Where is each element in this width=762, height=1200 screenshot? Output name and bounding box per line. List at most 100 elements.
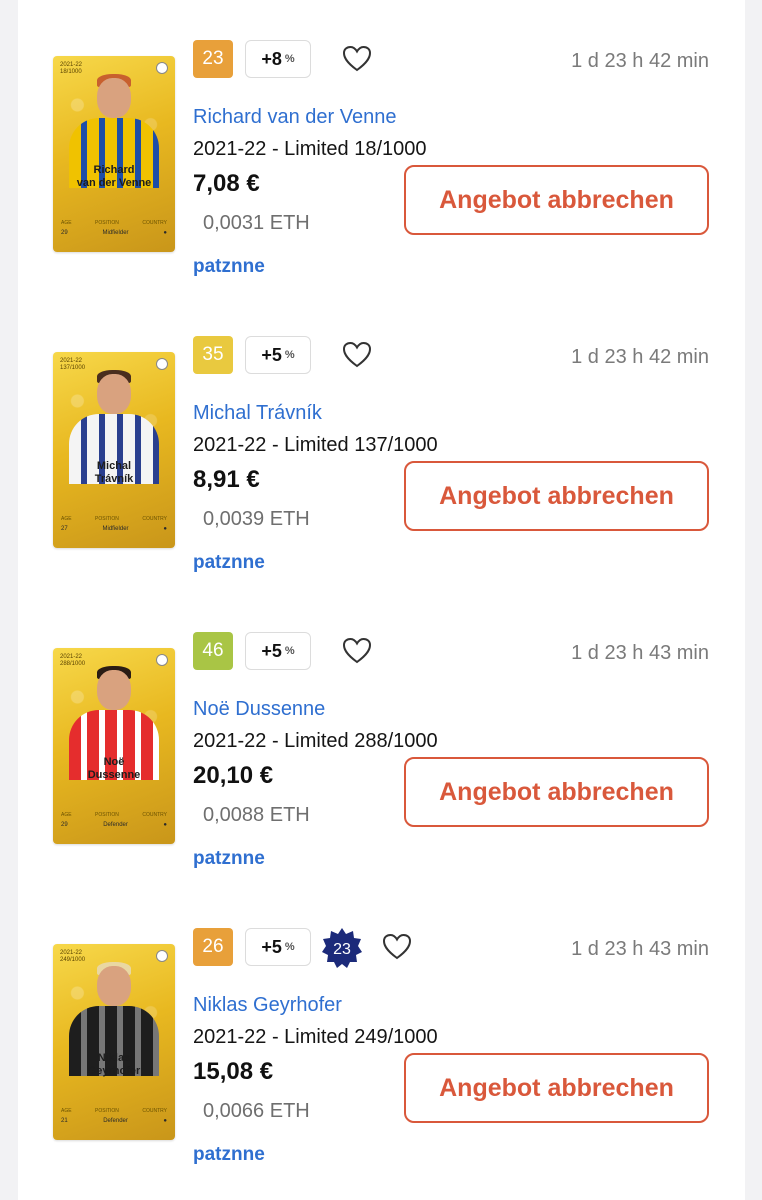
card-country-label: COUNTRY xyxy=(142,812,167,818)
bonus-value: +5 xyxy=(261,640,282,661)
bonus-badge: +8% xyxy=(245,40,311,78)
card-stat-labels: AGE POSITION COUNTRY xyxy=(61,516,167,522)
bonus-value: +5 xyxy=(261,936,282,957)
bonus-unit: % xyxy=(284,941,295,953)
price-eur: 20,10 € xyxy=(193,762,274,789)
card-position: Defender xyxy=(103,1118,128,1124)
card-age-label: AGE xyxy=(61,1108,72,1114)
card-position: Midfielder xyxy=(102,230,129,236)
card-position-label: POSITION xyxy=(95,220,119,226)
price-eth: 0,0088 ETH xyxy=(203,804,310,826)
card-player-name: Michal Trávník xyxy=(94,460,134,485)
time-remaining: 1 d 23 h 43 min xyxy=(571,642,709,664)
price-eth: 0,0039 ETH xyxy=(203,508,310,530)
player-name-link[interactable]: Noë Dussenne xyxy=(193,698,325,721)
player-card-image[interactable]: 2021-22 18/1000 Richard van der Venne AGE P… xyxy=(53,56,175,252)
club-crest-icon xyxy=(156,62,168,74)
player-head xyxy=(97,670,131,710)
listings-panel: 2021-22 18/1000 Richard van der Venne AGE P… xyxy=(18,0,745,1200)
score-badge: 26 xyxy=(193,928,233,966)
heart-icon[interactable] xyxy=(342,45,372,73)
player-head xyxy=(97,78,131,118)
country-flag-icon: ● xyxy=(163,822,167,828)
bonus-badge: +5% xyxy=(245,928,311,966)
card-stat-labels: AGE POSITION COUNTRY xyxy=(61,220,167,226)
bonus-value: +5 xyxy=(261,344,282,365)
club-crest-icon xyxy=(156,950,168,962)
price-eur: 15,08 € xyxy=(193,1058,274,1085)
country-flag-icon: ● xyxy=(163,526,167,532)
seller-link[interactable]: patznne xyxy=(193,552,265,574)
country-flag-icon: ● xyxy=(163,1118,167,1124)
card-serial: 2021-22 288/1000 xyxy=(60,654,86,667)
card-age-label: AGE xyxy=(61,220,72,226)
card-player-name: Richard van der Venne xyxy=(76,164,152,189)
score-badge: 46 xyxy=(193,632,233,670)
player-name-link[interactable]: Niklas Geyrhofer xyxy=(193,994,342,1017)
cancel-offer-button[interactable]: Angebot abbrechen xyxy=(404,757,709,827)
seller-link[interactable]: patznne xyxy=(193,1144,265,1166)
card-serial: 2021-22 18/1000 xyxy=(60,62,83,75)
star-badge-icon: 23 xyxy=(322,928,362,968)
bonus-value: +8 xyxy=(261,48,282,69)
card-country-label: COUNTRY xyxy=(142,516,167,522)
cancel-offer-button[interactable]: Angebot abbrechen xyxy=(404,461,709,531)
card-stat-values: 29 Defender ● xyxy=(61,822,167,828)
price-eur: 7,08 € xyxy=(193,170,260,197)
card-stat-values: 29 Midfielder ● xyxy=(61,230,167,236)
score-badge: 35 xyxy=(193,336,233,374)
player-name-link[interactable]: Richard van der Venne xyxy=(193,106,396,129)
heart-icon[interactable] xyxy=(342,637,372,665)
card-serial: 2021-22 137/1000 xyxy=(60,358,86,371)
card-age: 21 xyxy=(61,1118,68,1124)
card-country-label: COUNTRY xyxy=(142,1108,167,1114)
seller-link[interactable]: patznne xyxy=(193,848,265,870)
card-age-label: AGE xyxy=(61,516,72,522)
club-crest-icon xyxy=(156,654,168,666)
card-edition: 2021-22 - Limited 18/1000 xyxy=(193,138,427,160)
country-flag-icon: ● xyxy=(163,230,167,236)
card-age: 29 xyxy=(61,230,68,236)
card-country-label: COUNTRY xyxy=(142,220,167,226)
card-serial: 2021-22 249/1000 xyxy=(60,950,86,963)
card-age-label: AGE xyxy=(61,812,72,818)
time-remaining: 1 d 23 h 42 min xyxy=(571,50,709,72)
card-edition: 2021-22 - Limited 288/1000 xyxy=(193,730,438,752)
heart-icon[interactable] xyxy=(342,341,372,369)
player-name-link[interactable]: Michal Trávník xyxy=(193,402,322,425)
card-position-label: POSITION xyxy=(95,812,119,818)
card-edition: 2021-22 - Limited 137/1000 xyxy=(193,434,438,456)
listing-item: 2021-22 288/1000 Noë Dussenne AGE POSITION C… xyxy=(18,592,745,888)
cancel-offer-button[interactable]: Angebot abbrechen xyxy=(404,165,709,235)
player-card-image[interactable]: 2021-22 288/1000 Noë Dussenne AGE POSITION C… xyxy=(53,648,175,844)
time-remaining: 1 d 23 h 42 min xyxy=(571,346,709,368)
card-position-label: POSITION xyxy=(95,516,119,522)
card-position: Defender xyxy=(103,822,128,828)
bonus-unit: % xyxy=(284,349,295,361)
player-head xyxy=(97,966,131,1006)
card-age: 27 xyxy=(61,526,68,532)
cancel-offer-button[interactable]: Angebot abbrechen xyxy=(404,1053,709,1123)
club-crest-icon xyxy=(156,358,168,370)
listing-item: 2021-22 18/1000 Richard van der Venne AGE P… xyxy=(18,0,745,296)
card-position: Midfielder xyxy=(102,526,129,532)
seller-link[interactable]: patznne xyxy=(193,256,265,278)
card-stat-values: 27 Midfielder ● xyxy=(61,526,167,532)
listing-item: 2021-22 137/1000 Michal Trávník AGE POSITIO… xyxy=(18,296,745,592)
bonus-unit: % xyxy=(284,53,295,65)
listing-item: 2021-22 249/1000 Niklas Geyrhofer AGE POSIT… xyxy=(18,888,745,1184)
score-badge: 23 xyxy=(193,40,233,78)
card-position-label: POSITION xyxy=(95,1108,119,1114)
card-player-name: Noë Dussenne xyxy=(87,756,141,781)
player-card-image[interactable]: 2021-22 137/1000 Michal Trávník AGE POSITIO… xyxy=(53,352,175,548)
price-eth: 0,0066 ETH xyxy=(203,1100,310,1122)
player-card-image[interactable]: 2021-22 249/1000 Niklas Geyrhofer AGE POSIT… xyxy=(53,944,175,1140)
price-eth: 0,0031 ETH xyxy=(203,212,310,234)
bonus-unit: % xyxy=(284,645,295,657)
star-badge-value: 23 xyxy=(333,941,351,958)
heart-icon[interactable] xyxy=(382,933,412,961)
card-stat-values: 21 Defender ● xyxy=(61,1118,167,1124)
price-eur: 8,91 € xyxy=(193,466,260,493)
card-player-name: Niklas Geyrhofer xyxy=(87,1052,141,1077)
card-stat-labels: AGE POSITION COUNTRY xyxy=(61,1108,167,1114)
